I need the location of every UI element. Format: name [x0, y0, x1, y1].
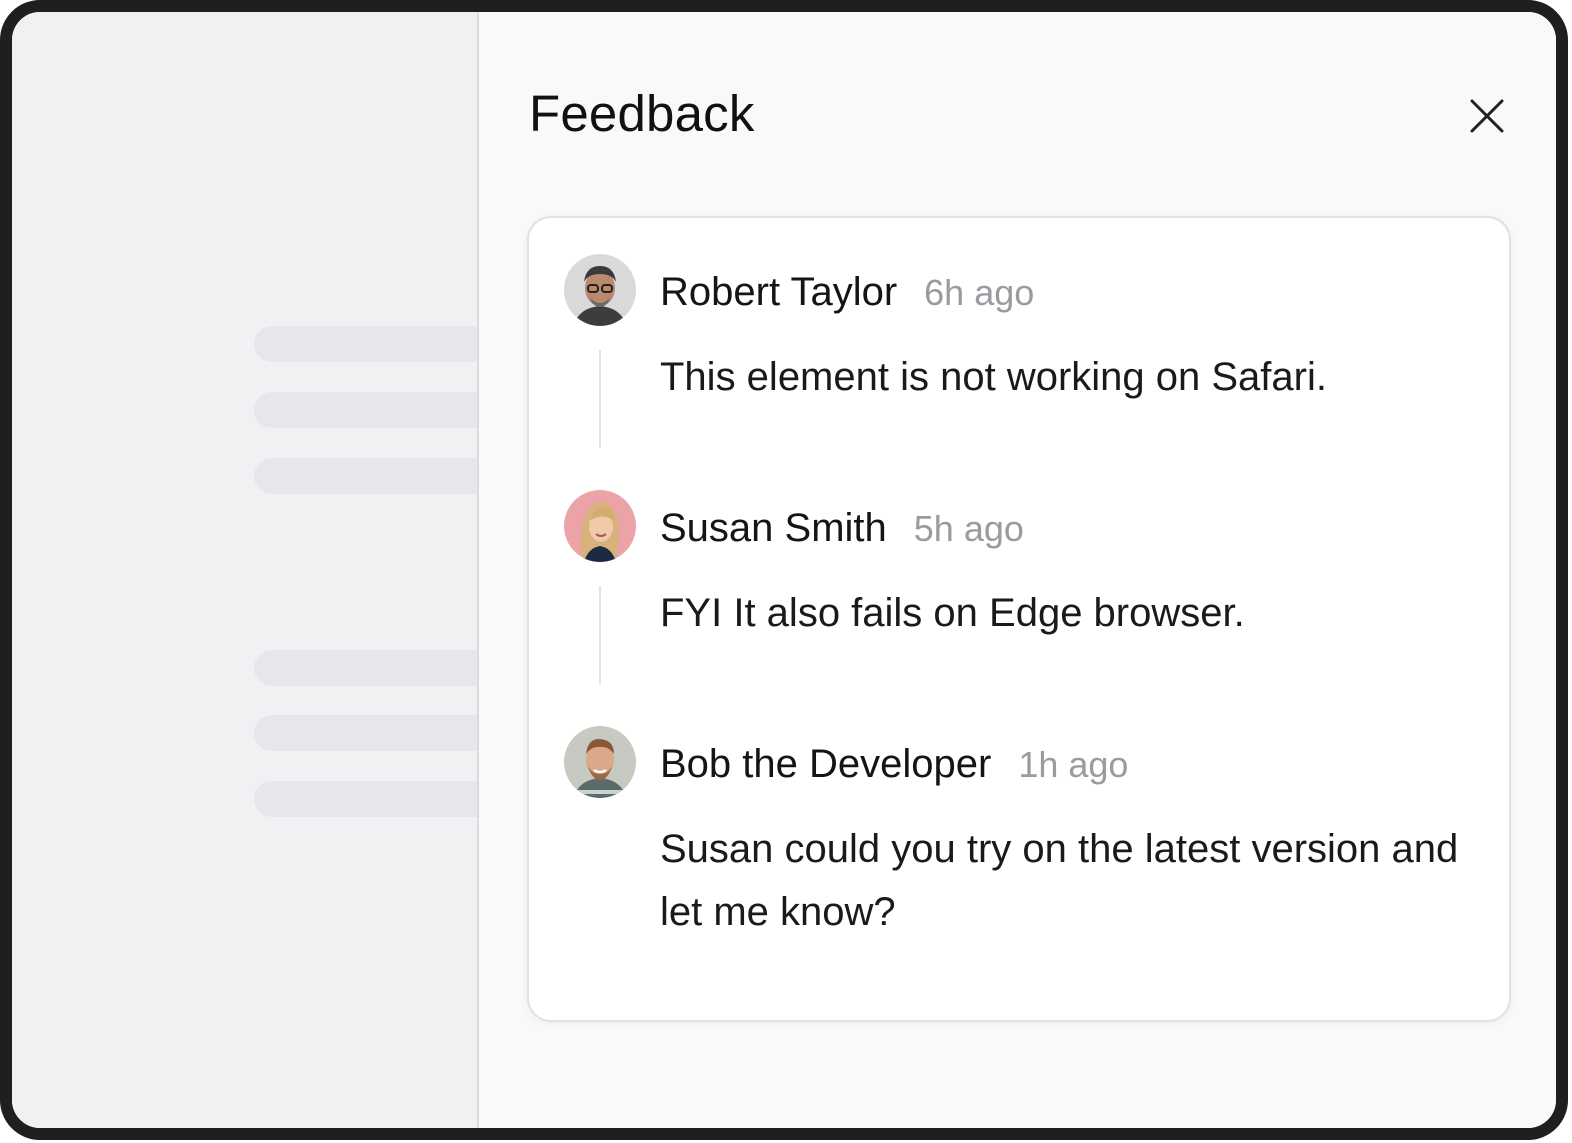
comment-time: 1h ago: [1018, 744, 1129, 785]
comment-meta: Bob the Developer 1h ago: [660, 742, 1128, 787]
skeleton-line: [254, 650, 504, 686]
comment-text: This element is not working on Safari.: [660, 355, 1327, 399]
avatar-susan-smith-icon: [564, 490, 636, 562]
comment-thread-card: Robert Taylor 6h ago This element is not…: [527, 216, 1511, 1022]
comment-author[interactable]: Susan Smith: [660, 506, 887, 551]
avatar[interactable]: [564, 254, 636, 326]
comment-author[interactable]: Robert Taylor: [660, 270, 897, 315]
comment-meta: Robert Taylor 6h ago: [660, 270, 1034, 315]
avatar-bob-the-developer-icon: [564, 726, 636, 798]
skeleton-line: [254, 715, 504, 751]
comment-time: 5h ago: [913, 508, 1024, 549]
close-button[interactable]: [1463, 92, 1511, 140]
skeleton-line: [254, 458, 504, 494]
thread-line: [599, 586, 601, 684]
close-icon: [1470, 99, 1504, 133]
comment-meta: Susan Smith 5h ago: [660, 506, 1024, 551]
background-page: [12, 12, 504, 1128]
skeleton-line: [254, 781, 504, 817]
drawer-title: Feedback: [529, 85, 755, 142]
comment-text: Susan could you try on the latest versio…: [660, 827, 1459, 934]
skeleton-line: [254, 392, 504, 428]
feedback-drawer: Feedback Robert Taylor 6h ago This eleme…: [477, 12, 1556, 1128]
avatar[interactable]: [564, 490, 636, 562]
avatar-robert-taylor-icon: [564, 254, 636, 326]
avatar[interactable]: [564, 726, 636, 798]
skeleton-line: [254, 326, 504, 362]
comment-text: FYI It also fails on Edge browser.: [660, 591, 1245, 635]
thread-line: [599, 350, 601, 448]
comment-author[interactable]: Bob the Developer: [660, 742, 991, 787]
app-window: Feedback Robert Taylor 6h ago This eleme…: [0, 0, 1568, 1140]
comment-time: 6h ago: [924, 272, 1035, 313]
